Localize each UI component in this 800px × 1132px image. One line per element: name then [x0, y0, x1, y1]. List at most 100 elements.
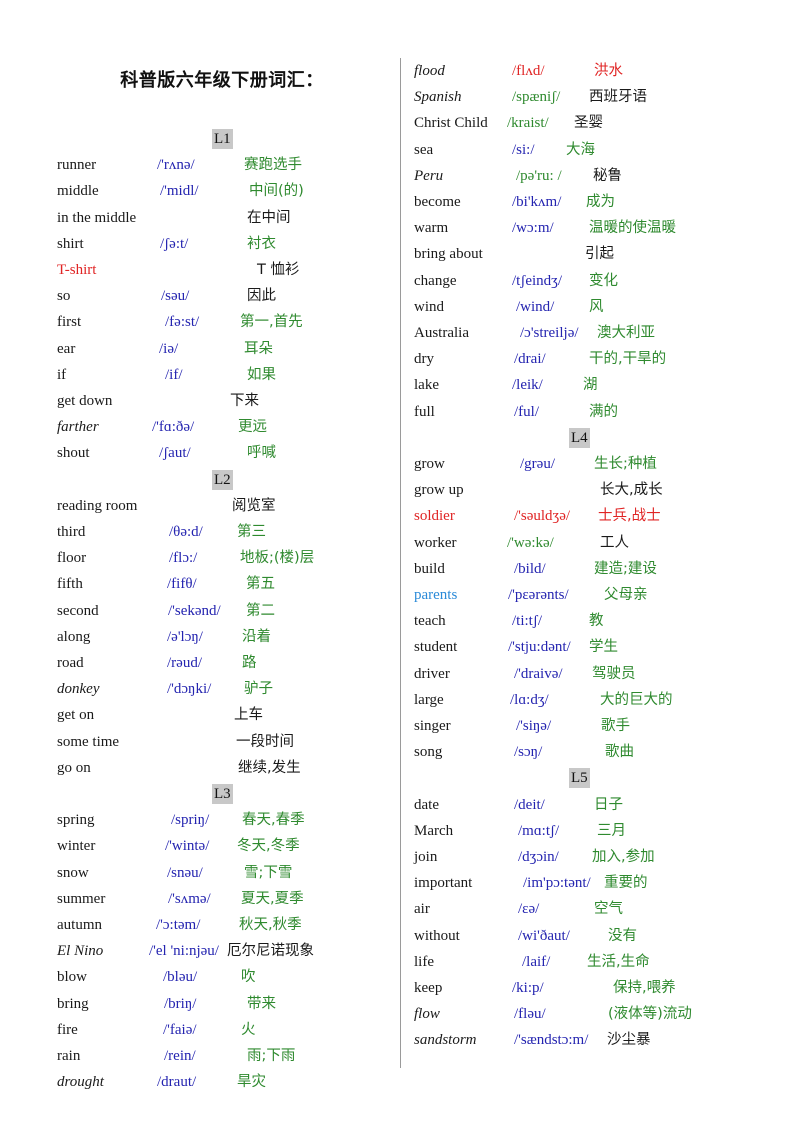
- vocab-row: second /'sekənd/第二: [57, 599, 387, 623]
- vocab-row: reading room 阅览室: [57, 494, 387, 518]
- vocab-meaning: 继续,发生: [238, 759, 301, 776]
- vocab-meaning: 教: [589, 613, 604, 630]
- vocab-meaning: 路: [242, 655, 257, 671]
- vocab-phonetic: /'sekənd/: [168, 602, 221, 619]
- vocab-word: wind: [414, 298, 444, 315]
- vocab-row: El Nino /'el 'ni:njəu/厄尔尼诺现象: [57, 939, 387, 963]
- vocab-phonetic: /ti:tʃ/: [512, 613, 542, 630]
- lesson-heading-l1: L1: [212, 129, 233, 149]
- vocab-meaning: 秋天,秋季: [239, 917, 302, 933]
- vocab-word: Australia: [414, 325, 469, 341]
- vocab-row: without/wi'ðaut/没有: [414, 924, 714, 948]
- vocab-row: air/ɛə/空气: [414, 897, 714, 921]
- vocab-word: Peru: [414, 167, 444, 184]
- vocab-meaning: 夏天,夏季: [241, 890, 304, 907]
- vocab-row: get on 上车: [57, 703, 387, 727]
- vocab-phonetic: /'dɔŋki/: [167, 681, 212, 698]
- vocab-row: life/laif/生活,生命: [414, 950, 714, 974]
- vocab-meaning: 耳朵: [244, 340, 273, 357]
- vocab-word: get down: [57, 393, 113, 409]
- vocab-row: March/mɑ:tʃ/三月: [414, 819, 714, 843]
- vocab-row: flow/fləu/ (液体等)流动: [414, 1002, 714, 1026]
- vocab-word: rain: [57, 1048, 81, 1064]
- vocab-meaning: 秘鲁: [593, 167, 622, 184]
- vocab-phonetic: /fifθ/: [167, 576, 197, 593]
- vocab-row: blow/bləu/吹: [57, 965, 387, 989]
- vocab-word: so: [57, 288, 71, 305]
- vocab-word: shirt: [57, 235, 84, 252]
- vocab-phonetic: /'stju:dənt/: [508, 639, 571, 656]
- vocab-meaning: 风: [589, 298, 604, 315]
- vocab-meaning: 驾驶员: [592, 665, 636, 682]
- vocab-meaning: 雪;下雪: [244, 864, 293, 881]
- vocab-meaning: 中间(的): [249, 183, 304, 200]
- vocab-row: Australia/ɔ'streiljə/澳大利亚: [414, 321, 714, 345]
- vocab-word: bring about: [414, 246, 483, 263]
- vocab-phonetic: /ə'lɔŋ/: [167, 628, 203, 645]
- vocab-phonetic: /'el 'ni:njəu/: [149, 943, 219, 960]
- vocab-row: some time 一段时间: [57, 730, 387, 754]
- vocab-phonetic: /ʃə:t/: [160, 235, 189, 252]
- vocab-phonetic: /lɑ:dʒ/: [510, 691, 549, 708]
- vocab-phonetic: /flʌd/: [512, 63, 545, 79]
- vocab-meaning: 生长;种植: [594, 456, 657, 472]
- vocab-word: become: [414, 194, 461, 210]
- vocab-meaning: 士兵,战士: [598, 508, 661, 525]
- vocab-meaning: 日子: [594, 796, 623, 813]
- vocab-meaning: T 恤衫: [257, 262, 300, 278]
- vocab-row: fifth/fifθ/第五: [57, 572, 387, 596]
- vocab-row: lake/leik/湖: [414, 373, 714, 397]
- vocab-meaning: 在中间: [247, 209, 291, 226]
- vocab-meaning: 建造;建设: [594, 560, 657, 577]
- vocab-word: flood: [414, 63, 445, 79]
- vocab-meaning: 火: [241, 1021, 256, 1038]
- vocab-phonetic: /bild/: [514, 560, 546, 577]
- vocab-phonetic: /wind/: [516, 298, 555, 315]
- vocab-word: grow: [414, 456, 445, 472]
- vocab-phonetic: /snəu/: [167, 864, 203, 881]
- vocab-row: bring/briŋ/带来: [57, 992, 387, 1016]
- vocab-word: sandstorm: [414, 1032, 477, 1049]
- vocab-phonetic: /si:/: [512, 141, 535, 158]
- vocab-row: wind/wind/风: [414, 295, 714, 319]
- vocab-phonetic: /'səuldʒə/: [514, 508, 571, 525]
- vocab-word: sea: [414, 141, 434, 158]
- vocab-word: change: [414, 272, 457, 289]
- vocab-word: date: [414, 796, 439, 813]
- vocab-word: flow: [414, 1006, 440, 1023]
- vocab-meaning: 干的,干旱的: [589, 351, 667, 368]
- vocab-row: floor/flɔ:/ 地板;(楼)层: [57, 546, 387, 570]
- vocab-word: if: [57, 366, 67, 383]
- vocab-phonetic: /draut/: [157, 1074, 197, 1091]
- vocab-phonetic: /spæniʃ/: [512, 89, 561, 106]
- vocab-row: road/rəud/路: [57, 651, 387, 675]
- vocab-word: warm: [414, 220, 449, 237]
- vocab-phonetic: /'sʌmə/: [168, 890, 211, 907]
- vocab-phonetic: /iə/: [159, 340, 179, 357]
- vocab-meaning: 阅览室: [232, 497, 276, 514]
- vocab-meaning: 下来: [230, 393, 259, 409]
- vocab-word: reading room: [57, 497, 138, 514]
- vocab-phonetic: /ki:p/: [512, 980, 544, 996]
- vocab-phonetic: /bi'kʌm/: [512, 194, 562, 210]
- vocab-row: song/sɔŋ/歌曲: [414, 740, 714, 764]
- vocab-phonetic: /ɛə/: [518, 901, 540, 918]
- vocab-phonetic: /'wə:kə/: [507, 534, 554, 551]
- vocab-word: air: [414, 901, 430, 918]
- vocab-word: keep: [414, 980, 443, 996]
- vocab-phonetic: /im'pɔ:tənt/: [523, 875, 591, 892]
- vocab-word: Spanish: [414, 89, 462, 106]
- vocab-meaning: 空气: [594, 901, 623, 918]
- vocab-word: spring: [57, 812, 95, 829]
- vocab-row: shout/ʃaut/呼喊: [57, 441, 387, 465]
- vocab-word: dry: [414, 351, 434, 368]
- vocab-meaning: 赛跑选手: [244, 157, 302, 174]
- vocab-word: bring: [57, 995, 89, 1012]
- vocab-meaning: 第五: [246, 576, 275, 593]
- vocab-meaning: 上车: [234, 707, 263, 724]
- vocab-row: dry/drai/干的,干旱的: [414, 347, 714, 371]
- vocab-word: farther: [57, 419, 99, 436]
- vocab-word: March: [414, 822, 454, 839]
- vocab-meaning: 圣婴: [574, 115, 603, 132]
- vocab-row: singer /'siŋə/歌手: [414, 714, 714, 738]
